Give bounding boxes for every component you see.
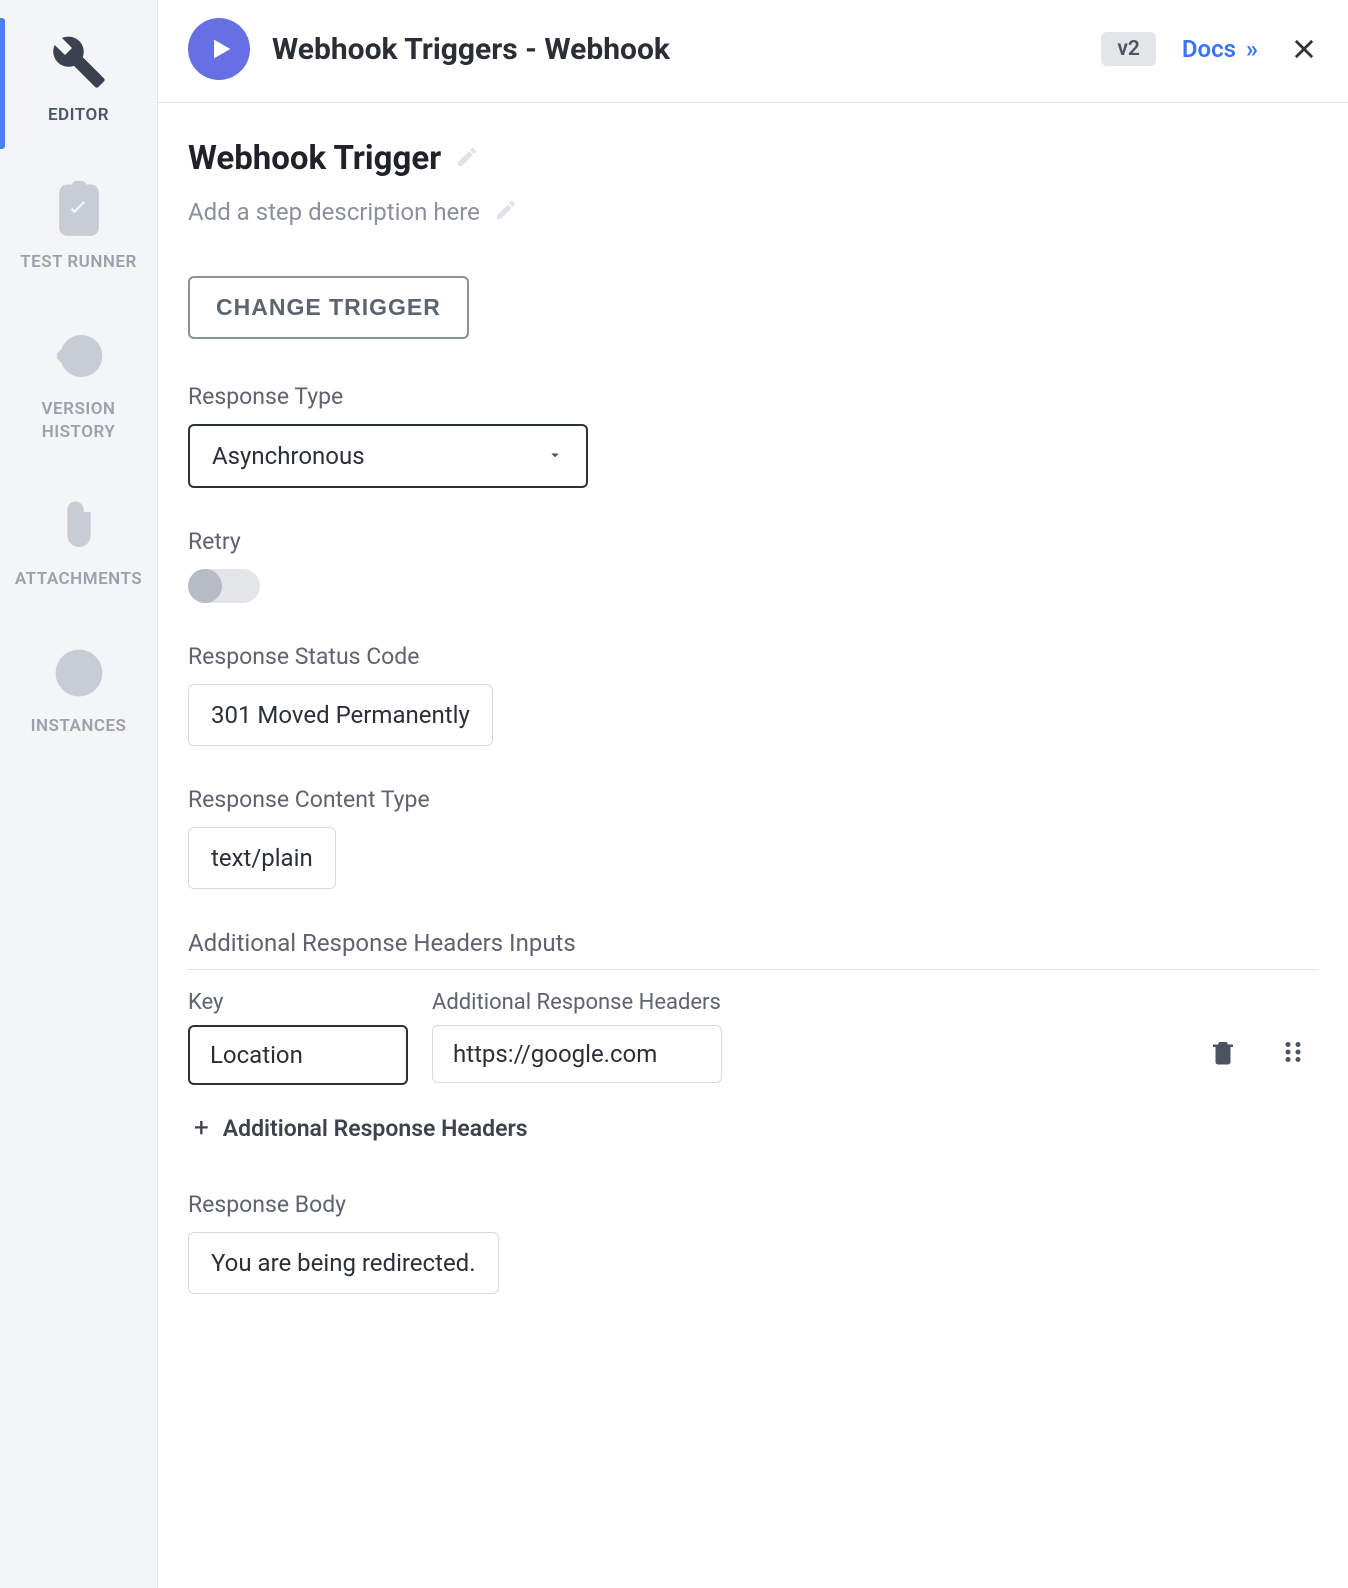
sidebar-item-label: VERSION HISTORY	[6, 398, 151, 444]
toggle-knob	[188, 569, 222, 603]
sidebar-item-label: INSTANCES	[31, 715, 127, 738]
history-icon	[47, 324, 111, 388]
header-value-input[interactable]: https://google.com	[432, 1025, 722, 1083]
sidebar: EDITOR TEST RUNNER VERSION HISTORY ATTAC…	[0, 0, 158, 1588]
drag-handle-icon[interactable]	[1278, 1037, 1308, 1071]
sidebar-item-attachments[interactable]: ATTACHMENTS	[0, 474, 157, 621]
delete-row-button[interactable]	[1208, 1037, 1238, 1071]
response-content-type-input[interactable]: text/plain	[188, 827, 336, 889]
response-content-type-label: Response Content Type	[188, 786, 1318, 813]
header-key-label: Key	[188, 990, 408, 1015]
clipboard-check-icon	[47, 177, 111, 241]
header-value-label: Additional Response Headers	[432, 990, 722, 1015]
sidebar-item-editor[interactable]: EDITOR	[0, 10, 157, 157]
response-status-code-label: Response Status Code	[188, 643, 1318, 670]
response-type-select[interactable]: Asynchronous	[188, 424, 588, 488]
header-key-input[interactable]: Location	[188, 1025, 408, 1085]
sidebar-item-test-runner[interactable]: TEST RUNNER	[0, 157, 157, 304]
header-row: Key Location Additional Response Headers…	[188, 990, 1318, 1085]
content: Webhook Trigger Add a step description h…	[158, 103, 1348, 1354]
play-circle-icon	[47, 641, 111, 705]
add-header-label: Additional Response Headers	[223, 1115, 528, 1142]
pencil-icon[interactable]	[494, 198, 518, 226]
play-icon	[188, 18, 250, 80]
page-title: Webhook Triggers - Webhook	[272, 32, 1101, 67]
response-body-input[interactable]: You are being redirected.	[188, 1232, 499, 1294]
chevrons-right-icon: »	[1246, 35, 1254, 63]
sidebar-item-version-history[interactable]: VERSION HISTORY	[0, 304, 157, 474]
docs-link-label: Docs	[1182, 35, 1236, 63]
main-panel: Webhook Triggers - Webhook v2 Docs » Web…	[158, 0, 1348, 1588]
retry-label: Retry	[188, 528, 1318, 555]
section-title: Webhook Trigger	[188, 139, 441, 178]
sidebar-item-label: EDITOR	[48, 104, 109, 127]
add-header-button[interactable]: + Additional Response Headers	[194, 1113, 1318, 1143]
response-status-code-input[interactable]: 301 Moved Permanently	[188, 684, 493, 746]
wrench-icon	[47, 30, 111, 94]
step-description-placeholder[interactable]: Add a step description here	[188, 198, 480, 226]
sidebar-item-instances[interactable]: INSTANCES	[0, 621, 157, 768]
paperclip-icon	[47, 494, 111, 558]
sidebar-item-label: TEST RUNNER	[20, 251, 137, 274]
additional-headers-heading: Additional Response Headers Inputs	[188, 929, 1318, 970]
response-type-label: Response Type	[188, 383, 1318, 410]
version-badge[interactable]: v2	[1101, 32, 1156, 66]
response-type-value: Asynchronous	[212, 442, 365, 470]
pencil-icon[interactable]	[455, 145, 479, 173]
change-trigger-button[interactable]: CHANGE TRIGGER	[188, 276, 469, 339]
header: Webhook Triggers - Webhook v2 Docs »	[158, 0, 1348, 103]
retry-toggle[interactable]	[188, 569, 260, 603]
sidebar-item-label: ATTACHMENTS	[15, 568, 142, 591]
plus-icon: +	[194, 1113, 209, 1143]
close-button[interactable]	[1290, 35, 1318, 63]
response-body-label: Response Body	[188, 1191, 1318, 1218]
caret-down-icon	[546, 442, 564, 470]
docs-link[interactable]: Docs »	[1182, 35, 1254, 63]
